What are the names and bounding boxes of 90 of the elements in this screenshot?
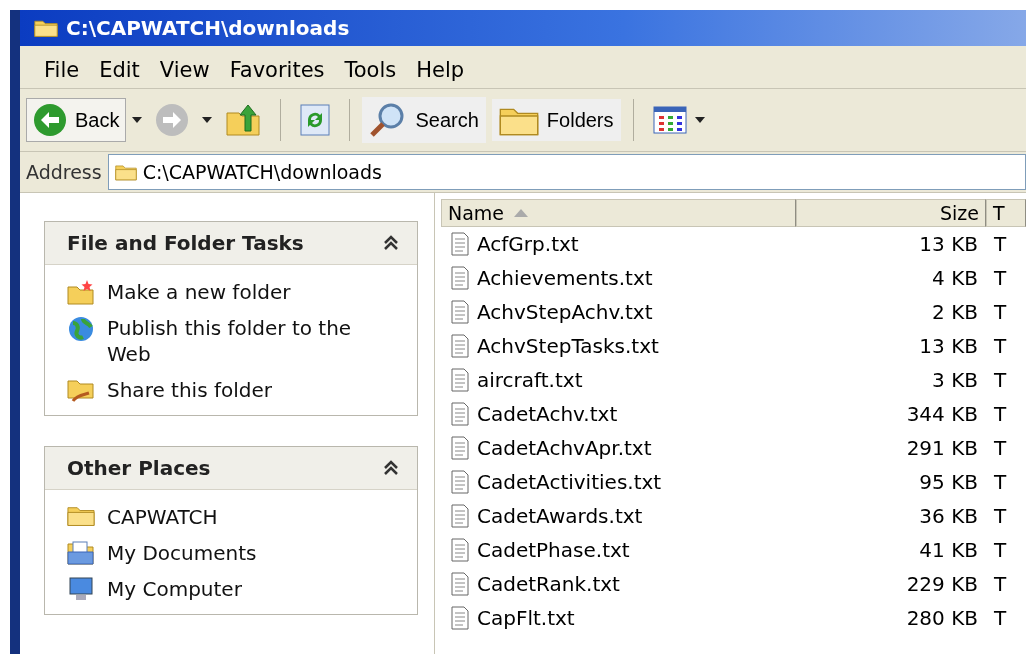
file-size: 344 KB <box>905 402 979 426</box>
file-size: 95 KB <box>918 470 979 494</box>
panel-header[interactable]: Other Places <box>45 447 417 490</box>
menu-item[interactable]: File <box>34 56 90 84</box>
window-title: C:\CAPWATCH\downloads <box>66 16 350 40</box>
task-link[interactable]: Make a new folder <box>107 279 291 305</box>
file-name[interactable]: aircraft.txt <box>477 368 583 392</box>
table-cell-text: T <box>993 300 1008 324</box>
file-size: 229 KB <box>905 572 979 596</box>
text-file-icon <box>451 402 469 426</box>
menu-item[interactable]: Tools <box>334 56 407 84</box>
text-file-icon <box>451 572 469 596</box>
task-link[interactable]: Publish this folder to the Web <box>107 315 357 367</box>
text-file-icon <box>451 300 469 324</box>
file-size: 3 KB <box>931 368 979 392</box>
text-file-icon <box>451 504 469 528</box>
file-name[interactable]: CapFlt.txt <box>477 606 575 630</box>
collapse-chevron-icon[interactable] <box>383 460 399 476</box>
text-file-icon <box>451 334 469 358</box>
folder-icon <box>114 163 137 181</box>
new-folder-icon <box>67 279 95 305</box>
panel-title: Other Places <box>67 456 211 480</box>
back-button[interactable]: Back <box>26 98 127 142</box>
text-file-icon <box>451 368 469 392</box>
address-label: Address <box>26 161 102 183</box>
search-button[interactable]: Search <box>362 97 486 143</box>
collapse-chevron-icon[interactable] <box>383 235 399 251</box>
text-file-icon <box>451 232 469 256</box>
sort-arrow-icon <box>514 209 529 217</box>
menu-item[interactable]: Favorites <box>219 56 335 84</box>
table-cell-text: T <box>993 504 1008 528</box>
task-link[interactable]: CAPWATCH <box>107 504 218 530</box>
panel-header[interactable]: File and Folder Tasks <box>45 222 417 265</box>
dropdown-caret-icon[interactable] <box>132 117 143 123</box>
file-name[interactable]: CadetRank.txt <box>477 572 620 596</box>
refresh-icon <box>300 104 331 136</box>
table-cell-text: T <box>993 368 1008 392</box>
table-cell-text: T <box>993 572 1008 596</box>
file-name[interactable]: CadetAwards.txt <box>477 504 643 528</box>
file-name[interactable]: CadetAchvApr.txt <box>477 436 652 460</box>
menu-item[interactable]: View <box>149 56 220 84</box>
task-link[interactable]: My Documents <box>107 540 257 566</box>
column-header[interactable]: Size <box>796 199 986 227</box>
text-file-icon <box>451 266 469 290</box>
views-grid-icon <box>652 106 687 134</box>
address-field[interactable]: C:\CAPWATCH\downloads <box>107 154 1026 190</box>
dropdown-caret-icon[interactable] <box>202 117 213 123</box>
task-link[interactable]: Share this folder <box>107 377 272 403</box>
folder-up-arrow-icon <box>225 103 262 137</box>
menu-item[interactable]: Help <box>406 56 475 84</box>
folders-button[interactable]: Folders <box>491 99 621 141</box>
table-cell-text: T <box>993 538 1008 562</box>
file-size: 4 KB <box>931 266 979 290</box>
globe-icon <box>67 315 95 343</box>
file-name[interactable]: Achievements.txt <box>477 266 653 290</box>
menu-item[interactable]: Edit <box>89 56 150 84</box>
file-size: 13 KB <box>918 334 979 358</box>
dropdown-caret-icon[interactable] <box>694 117 705 123</box>
file-size: 291 KB <box>905 436 979 460</box>
folder-icon <box>34 18 58 38</box>
file-name[interactable]: CadetPhase.txt <box>477 538 630 562</box>
folder-icon <box>67 504 95 527</box>
table-cell-text: T <box>993 334 1008 358</box>
table-cell-text: T <box>993 470 1008 494</box>
table-cell-text: T <box>993 232 1008 256</box>
task-link[interactable]: My Computer <box>107 576 242 602</box>
column-header[interactable]: T <box>986 199 1026 227</box>
file-name[interactable]: AchvStepTasks.txt <box>477 334 659 358</box>
file-name[interactable]: AchvStepAchv.txt <box>477 300 653 324</box>
file-size: 36 KB <box>918 504 979 528</box>
documents-folder-icon <box>67 540 95 566</box>
file-size: 13 KB <box>918 232 979 256</box>
file-size: 280 KB <box>905 606 979 630</box>
file-size: 2 KB <box>931 300 979 324</box>
table-cell-text: T <box>993 266 1008 290</box>
column-header[interactable]: Name <box>441 199 796 227</box>
file-size: 41 KB <box>918 538 979 562</box>
table-cell-text: T <box>993 606 1008 630</box>
table-cell-text: T <box>993 402 1008 426</box>
text-file-icon <box>451 470 469 494</box>
panel-title: File and Folder Tasks <box>67 231 304 255</box>
text-file-icon <box>451 606 469 630</box>
text-file-icon <box>451 436 469 460</box>
computer-icon <box>67 576 95 602</box>
file-name[interactable]: CadetActivities.txt <box>477 470 662 494</box>
file-name[interactable]: AcfGrp.txt <box>477 232 579 256</box>
file-name[interactable]: CadetAchv.txt <box>477 402 618 426</box>
shared-folder-icon <box>67 377 95 403</box>
table-cell-text: T <box>993 436 1008 460</box>
text-file-icon <box>451 538 469 562</box>
